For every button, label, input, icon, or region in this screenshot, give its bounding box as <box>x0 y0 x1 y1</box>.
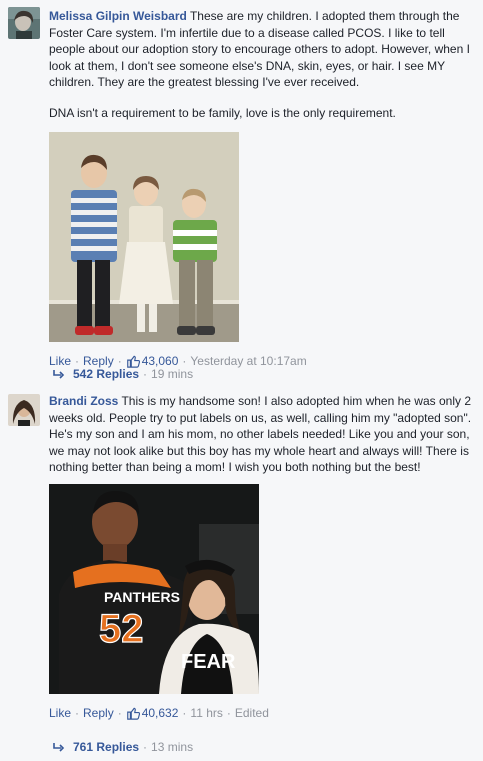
author-name[interactable]: Melissa Gilpin Weisbard <box>49 9 187 23</box>
like-count-value: 40,632 <box>141 705 179 720</box>
shirt-text: FEAR <box>181 651 236 673</box>
separator: · <box>143 367 148 381</box>
comment-photo[interactable] <box>49 132 239 342</box>
author-name[interactable]: Brandi Zoss <box>49 394 118 408</box>
separator: · <box>117 354 122 368</box>
comment-body: Brandi Zoss This is my handsome son! I a… <box>49 393 473 720</box>
separator: · <box>75 354 80 368</box>
edited-label[interactable]: Edited <box>235 706 269 720</box>
comment-actions: Like · Reply · 40,632 · 11 hrs · Edited <box>49 706 473 720</box>
jersey-number: 52 <box>99 607 144 651</box>
comment-body: Melissa Gilpin Weisbard These are my chi… <box>49 8 473 368</box>
separator: · <box>182 705 187 720</box>
avatar[interactable] <box>8 394 40 426</box>
replies-time: 19 mins <box>151 367 194 381</box>
thumbs-up-icon <box>126 707 140 720</box>
view-replies[interactable]: 761 Replies · 13 mins <box>53 740 193 754</box>
jersey-text: PANTHERS <box>104 589 180 605</box>
comment-photo[interactable]: PANTHERS 52 FEAR <box>49 483 259 694</box>
comment-text: Melissa Gilpin Weisbard These are my chi… <box>49 8 473 91</box>
like-count[interactable]: 43,060 <box>126 354 179 368</box>
comment-timestamp[interactable]: 11 hrs <box>190 706 222 720</box>
thumbs-up-icon <box>126 355 140 368</box>
replies-count[interactable]: 542 Replies <box>73 367 139 381</box>
comment-feed: Melissa Gilpin Weisbard These are my chi… <box>0 0 483 761</box>
replies-count[interactable]: 761 Replies <box>73 740 139 754</box>
like-link[interactable]: Like <box>49 354 71 368</box>
separator: · <box>182 354 187 368</box>
reply-link[interactable]: Reply <box>83 354 114 368</box>
separator: · <box>117 705 122 720</box>
like-count[interactable]: 40,632 <box>126 705 179 720</box>
view-replies[interactable]: 542 Replies · 19 mins <box>53 367 193 381</box>
like-link[interactable]: Like <box>49 706 71 720</box>
comment-timestamp[interactable]: Yesterday at 10:17am <box>190 354 306 368</box>
separator: · <box>75 705 80 720</box>
comment-paragraph: DNA isn't a requirement to be family, lo… <box>49 105 396 120</box>
reply-arrow-icon <box>53 742 65 752</box>
separator: · <box>226 705 231 720</box>
comment-text: Brandi Zoss This is my handsome son! I a… <box>49 393 473 476</box>
reply-arrow-icon <box>53 369 65 379</box>
reply-link[interactable]: Reply <box>83 706 114 720</box>
separator: · <box>143 740 148 754</box>
replies-time: 13 mins <box>151 740 194 754</box>
comment-actions: Like · Reply · 43,060 · Yesterday at 10:… <box>49 354 473 368</box>
like-count-value: 43,060 <box>141 354 179 368</box>
avatar[interactable] <box>8 7 40 39</box>
